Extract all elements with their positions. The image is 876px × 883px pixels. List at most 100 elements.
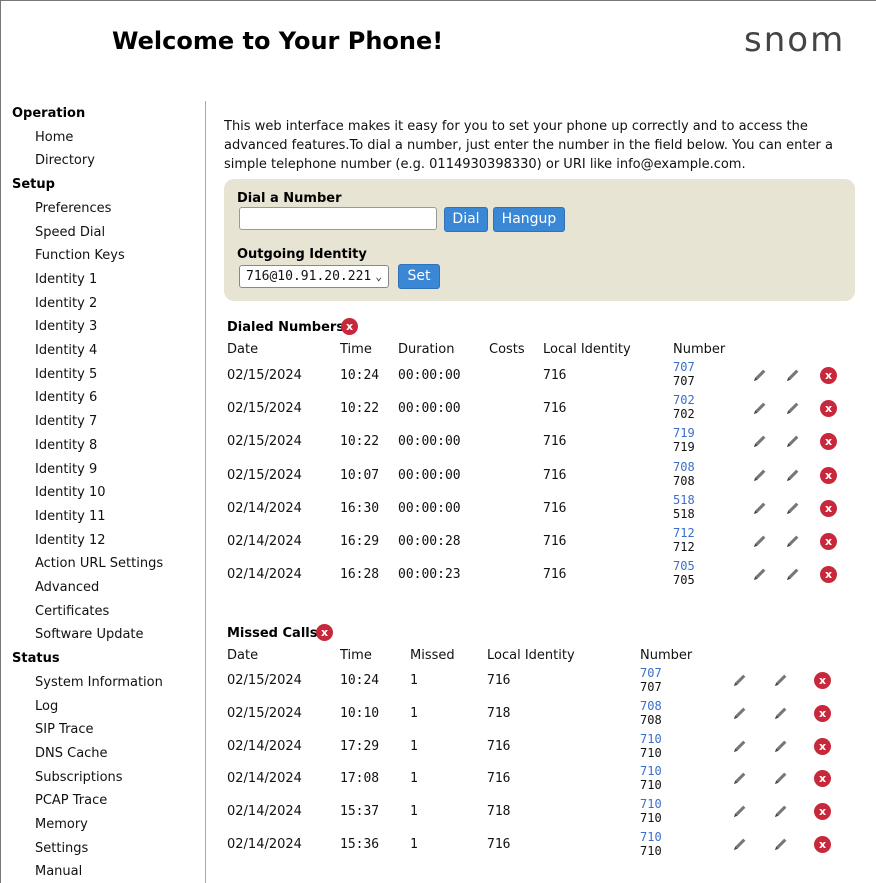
dialed-edit-pencil-icon-2[interactable]: [784, 366, 802, 384]
sidebar-item-identity-8[interactable]: Identity 8: [35, 438, 97, 453]
dialed-edit-pencil-icon-2[interactable]: [784, 565, 802, 583]
missed-edit-pencil-icon-2[interactable]: [772, 704, 790, 722]
dialed-edit-pencil-icon-2[interactable]: [784, 399, 802, 417]
sidebar-item-speed-dial[interactable]: Speed Dial: [35, 225, 105, 240]
missed-edit-pencil-icon-2[interactable]: [772, 769, 790, 787]
dialed-local-identity: 716: [543, 500, 567, 516]
sidebar-item-settings[interactable]: Settings: [35, 841, 88, 856]
dialed-number-link[interactable]: 702: [673, 394, 695, 406]
dialed-delete-x-icon[interactable]: x: [820, 367, 837, 384]
dialed-delete-x-icon[interactable]: x: [820, 533, 837, 550]
missed-number-link[interactable]: 710: [640, 831, 662, 843]
sidebar-item-identity-4[interactable]: Identity 4: [35, 343, 97, 358]
sidebar-item-identity-9[interactable]: Identity 9: [35, 462, 97, 477]
dialed-edit-pencil-icon-2[interactable]: [784, 432, 802, 450]
missed-edit-pencil-icon[interactable]: [731, 737, 749, 755]
missed-number-link[interactable]: 710: [640, 765, 662, 777]
missed-edit-pencil-icon[interactable]: [731, 802, 749, 820]
sidebar-item-pcap-trace[interactable]: PCAP Trace: [35, 793, 107, 808]
dialed-edit-pencil-icon[interactable]: [751, 366, 769, 384]
sidebar-item-identity-2[interactable]: Identity 2: [35, 296, 97, 311]
dialed-edit-pencil-icon-2[interactable]: [784, 532, 802, 550]
dialed-delete-x-icon[interactable]: x: [820, 400, 837, 418]
sidebar-item-function-keys[interactable]: Function Keys: [35, 248, 125, 263]
sidebar-item-identity-6[interactable]: Identity 6: [35, 390, 97, 405]
sidebar-item-sip-trace[interactable]: SIP Trace: [35, 722, 94, 737]
missed-number-link[interactable]: 710: [640, 733, 662, 745]
sidebar-item-log[interactable]: Log: [35, 699, 58, 714]
missed-edit-pencil-icon[interactable]: [731, 835, 749, 853]
sidebar-item-identity-11[interactable]: Identity 11: [35, 509, 106, 524]
dialed-clear-all-icon[interactable]: x: [341, 318, 358, 335]
dialed-header-date: Date: [227, 342, 259, 357]
dialed-edit-pencil-icon[interactable]: [751, 466, 769, 484]
sidebar-item-home[interactable]: Home: [35, 130, 73, 145]
dialed-number-link[interactable]: 719: [673, 427, 695, 439]
sidebar-item-identity-3[interactable]: Identity 3: [35, 319, 97, 334]
sidebar-item-identity-12[interactable]: Identity 12: [35, 533, 106, 548]
dialed-edit-pencil-icon[interactable]: [751, 499, 769, 517]
sidebar-item-manual[interactable]: Manual: [35, 864, 82, 879]
missed-delete-x-icon[interactable]: x: [814, 737, 831, 755]
sidebar-item-software-update[interactable]: Software Update: [35, 627, 144, 642]
sidebar-item-directory[interactable]: Directory: [35, 153, 95, 168]
missed-edit-pencil-icon[interactable]: [731, 671, 749, 689]
sidebar-item-advanced[interactable]: Advanced: [35, 580, 99, 595]
sidebar-item-dns-cache[interactable]: DNS Cache: [35, 746, 108, 761]
dialed-edit-pencil-icon[interactable]: [751, 432, 769, 450]
dialed-number-link[interactable]: 707: [673, 361, 695, 373]
dialed-edit-pencil-icon[interactable]: [751, 399, 769, 417]
missed-delete-x-icon[interactable]: x: [814, 770, 831, 788]
missed-delete-x-icon[interactable]: x: [814, 803, 831, 821]
missed-edit-pencil-icon-2[interactable]: [772, 737, 790, 755]
sidebar-item-memory[interactable]: Memory: [35, 817, 88, 832]
missed-header-number: Number: [640, 648, 693, 663]
dialed-delete-x-icon[interactable]: x: [820, 466, 837, 484]
sidebar-item-system-information[interactable]: System Information: [35, 675, 163, 690]
sidebar-item-identity-10[interactable]: Identity 10: [35, 485, 106, 500]
dialed-edit-pencil-icon-2[interactable]: [784, 499, 802, 517]
dial-number-input[interactable]: [239, 207, 437, 230]
dialed-number-link[interactable]: 708: [673, 461, 695, 473]
set-identity-button[interactable]: Set: [398, 264, 440, 289]
sidebar-item-identity-7[interactable]: Identity 7: [35, 414, 97, 429]
hangup-button[interactable]: Hangup: [493, 207, 565, 232]
dialed-delete-x-icon[interactable]: x: [820, 433, 837, 451]
missed-delete-x-icon[interactable]: x: [814, 836, 831, 853]
sidebar-item-preferences[interactable]: Preferences: [35, 201, 111, 216]
dialed-edit-pencil-icon[interactable]: [751, 565, 769, 583]
dialed-number-link[interactable]: 712: [673, 527, 695, 539]
dialed-delete-x-icon[interactable]: x: [820, 499, 837, 517]
dialed-duration: 00:00:00: [398, 434, 461, 450]
dial-panel: Dial a Number Dial Hangup Outgoing Ident…: [224, 179, 855, 301]
missed-edit-pencil-icon[interactable]: [731, 769, 749, 787]
missed-number-text: 710: [640, 811, 662, 826]
dialed-delete-x-icon[interactable]: x: [820, 566, 837, 584]
dial-button[interactable]: Dial: [444, 207, 488, 232]
outgoing-identity-select[interactable]: 716@10.91.20.221 ⌄: [239, 265, 389, 288]
sidebar-item-subscriptions[interactable]: Subscriptions: [35, 770, 123, 785]
dialed-edit-pencil-icon[interactable]: [751, 532, 769, 550]
missed-edit-pencil-icon-2[interactable]: [772, 671, 790, 689]
sidebar-item-identity-1[interactable]: Identity 1: [35, 272, 97, 287]
missed-edit-pencil-icon[interactable]: [731, 704, 749, 722]
missed-number-link[interactable]: 708: [640, 700, 662, 712]
dialed-date: 02/14/2024: [227, 534, 302, 549]
dialed-header-local-identity: Local Identity: [543, 342, 631, 357]
missed-edit-pencil-icon-2[interactable]: [772, 802, 790, 820]
dialed-number-text: 708: [673, 473, 695, 488]
missed-delete-x-icon[interactable]: x: [814, 704, 831, 722]
missed-edit-pencil-icon-2[interactable]: [772, 835, 790, 853]
sidebar-item-action-url-settings[interactable]: Action URL Settings: [35, 556, 163, 571]
missed-number-link[interactable]: 710: [640, 798, 662, 810]
sidebar-item-identity-5[interactable]: Identity 5: [35, 367, 97, 382]
missed-delete-x-icon[interactable]: x: [814, 672, 831, 689]
missed-local-identity: 716: [487, 837, 511, 852]
missed-clear-all-icon[interactable]: x: [316, 624, 333, 641]
sidebar-item-certificates[interactable]: Certificates: [35, 604, 109, 619]
missed-number-link[interactable]: 707: [640, 667, 662, 679]
dialed-number-link[interactable]: 518: [673, 494, 695, 506]
dialed-number-link[interactable]: 705: [673, 560, 695, 572]
dialed-edit-pencil-icon-2[interactable]: [784, 466, 802, 484]
dialed-local-identity: 716: [543, 401, 567, 417]
